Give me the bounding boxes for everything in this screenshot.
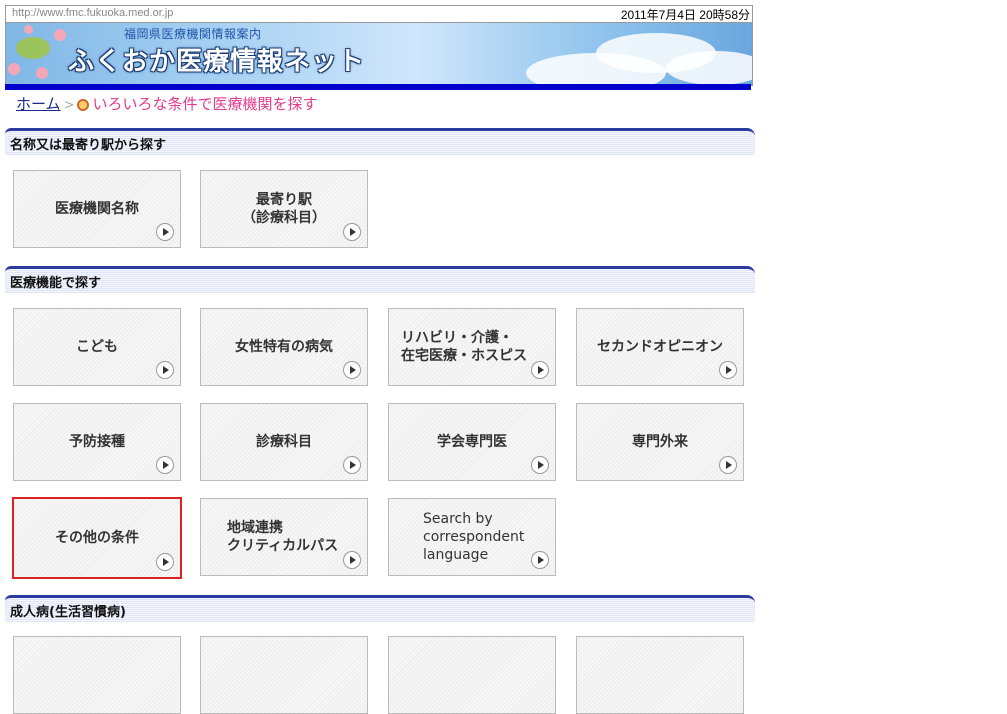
site-url: http://www.fmc.fukuoka.med.or.jp bbox=[12, 7, 174, 19]
banner-divider bbox=[5, 84, 751, 90]
adult-disease-button[interactable] bbox=[576, 636, 744, 714]
women-diseases-button[interactable]: 女性特有の病気 bbox=[200, 308, 368, 386]
vaccination-button[interactable]: 予防接種 bbox=[13, 403, 181, 481]
button-label: 女性特有の病気 bbox=[235, 339, 333, 355]
specialist-button[interactable]: 学会専門医 bbox=[388, 403, 556, 481]
button-label: Search by correspondent language bbox=[423, 511, 525, 563]
button-label: 診療科目 bbox=[256, 434, 312, 450]
current-datetime: 2011年7月4日 20時58分 bbox=[620, 8, 750, 22]
facility-name-button[interactable]: 医療機関名称 bbox=[13, 170, 181, 248]
blossom-icon bbox=[36, 67, 48, 79]
section-header-name-station: 名称又は最寄り駅から探す bbox=[5, 128, 755, 155]
arrow-right-icon bbox=[719, 361, 737, 379]
arrow-right-icon bbox=[719, 456, 737, 474]
search-by-language-button[interactable]: Search by correspondent language bbox=[388, 498, 556, 576]
section-title: 名称又は最寄り駅から探す bbox=[10, 138, 167, 153]
button-label: 最寄り駅 （診療科目） bbox=[242, 192, 326, 226]
chevron-right-icon: > bbox=[63, 98, 75, 113]
blossom-icon bbox=[8, 63, 20, 75]
children-button[interactable]: こども bbox=[13, 308, 181, 386]
arrow-right-icon bbox=[156, 553, 174, 571]
top-bar: http://www.fmc.fukuoka.med.or.jp 2011年7月… bbox=[5, 5, 753, 22]
breadcrumb-current: いろいろな条件で医療機関を探す bbox=[92, 95, 318, 113]
arrow-right-icon bbox=[343, 456, 361, 474]
button-label: 地域連携 クリティカルパス bbox=[227, 520, 339, 554]
specialty-outpatient-button[interactable]: 専門外来 bbox=[576, 403, 744, 481]
button-label: 学会専門医 bbox=[437, 434, 507, 450]
banner-subtitle: 福岡県医療機関情報案内 bbox=[124, 27, 262, 41]
arrow-right-icon bbox=[531, 456, 549, 474]
other-conditions-button[interactable]: その他の条件 bbox=[12, 497, 182, 579]
section-title: 医療機能で探す bbox=[10, 276, 102, 291]
button-label: セカンドオピニオン bbox=[597, 339, 723, 355]
button-label: こども bbox=[76, 339, 118, 355]
section-header-medical-function: 医療機能で探す bbox=[5, 266, 755, 293]
breadcrumb: ホーム > いろいろな条件で医療機関を探す bbox=[16, 93, 317, 114]
banner-title: ふくおか医療情報ネット bbox=[68, 47, 366, 77]
breadcrumb-home-link[interactable]: ホーム bbox=[16, 95, 61, 113]
nearest-station-button[interactable]: 最寄り駅 （診療科目） bbox=[200, 170, 368, 248]
arrow-right-icon bbox=[156, 456, 174, 474]
adult-disease-button[interactable] bbox=[388, 636, 556, 714]
department-button[interactable]: 診療科目 bbox=[200, 403, 368, 481]
button-label: その他の条件 bbox=[55, 530, 139, 546]
section-title: 成人病(生活習慣病) bbox=[10, 605, 126, 620]
rehab-care-button[interactable]: リハビリ・介護・ 在宅医療・ホスピス bbox=[388, 308, 556, 386]
adult-disease-button[interactable] bbox=[200, 636, 368, 714]
arrow-right-icon bbox=[343, 361, 361, 379]
button-label: リハビリ・介護・ 在宅医療・ホスピス bbox=[401, 330, 527, 364]
section-header-adult-diseases: 成人病(生活習慣病) bbox=[5, 595, 755, 622]
blossom-icon bbox=[54, 29, 66, 41]
arrow-right-icon bbox=[531, 551, 549, 569]
blossom-icon bbox=[24, 25, 33, 34]
bird-icon bbox=[16, 37, 50, 59]
cloud-decoration bbox=[666, 51, 752, 85]
adult-disease-button[interactable] bbox=[13, 636, 181, 714]
arrow-right-icon bbox=[343, 551, 361, 569]
second-opinion-button[interactable]: セカンドオピニオン bbox=[576, 308, 744, 386]
bullet-icon bbox=[77, 98, 90, 111]
critical-path-button[interactable]: 地域連携 クリティカルパス bbox=[200, 498, 368, 576]
button-label: 医療機関名称 bbox=[55, 201, 139, 217]
arrow-right-icon bbox=[343, 223, 361, 241]
arrow-right-icon bbox=[156, 361, 174, 379]
button-label: 予防接種 bbox=[69, 434, 125, 450]
site-banner[interactable]: 福岡県医療機関情報案内 ふくおか医療情報ネット bbox=[5, 22, 753, 86]
arrow-right-icon bbox=[156, 223, 174, 241]
arrow-right-icon bbox=[531, 361, 549, 379]
button-label: 専門外来 bbox=[632, 434, 688, 450]
